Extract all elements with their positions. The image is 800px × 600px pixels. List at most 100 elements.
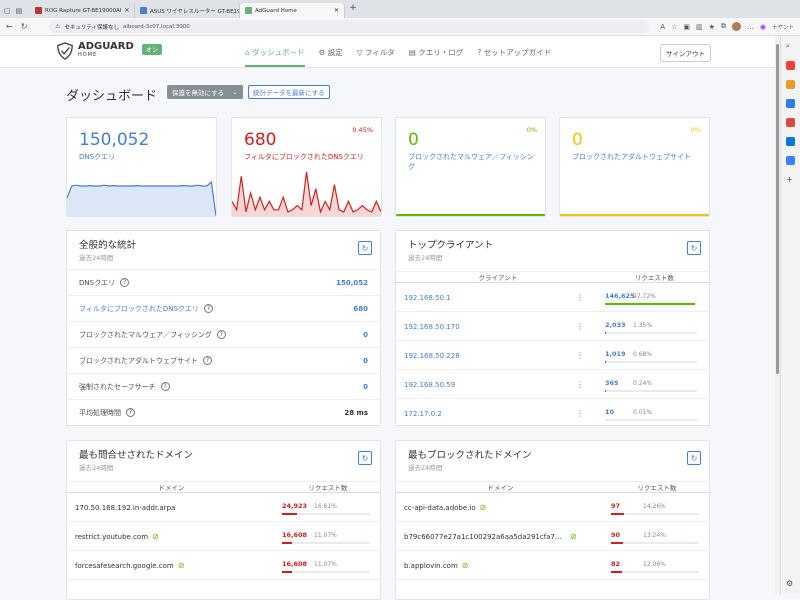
more-options-icon[interactable]: ⋮ [576, 409, 584, 418]
tab-title: AdGuard Home [255, 7, 297, 14]
eye-slash-icon[interactable]: ⊘ [178, 561, 185, 570]
disable-protection-button[interactable]: 保護を無効にする ⌄ [167, 85, 243, 99]
bing-icon[interactable] [786, 156, 795, 165]
stat-label: ブロックされたアダルトウェブサイト [572, 153, 691, 161]
more-options-icon[interactable]: ⋮ [576, 293, 584, 302]
add-icon[interactable]: + [786, 175, 795, 184]
shopping-icon[interactable] [786, 99, 795, 108]
client-ip[interactable]: 192.168.50.1 [396, 294, 451, 302]
eye-slash-icon[interactable]: ⊘ [570, 532, 577, 541]
menu-setup-guide[interactable]: ? セットアップガイド [477, 47, 551, 67]
more-options-icon[interactable]: ⋮ [576, 380, 584, 389]
url-field[interactable]: ⚠ セキュリティ保護なし aiboard-3c07.local:3000 [49, 20, 650, 33]
domain-name[interactable]: b79c66077e27a1c100292a6aa5da291cfa7d... [396, 533, 566, 541]
stat-value: 0 [408, 130, 419, 150]
tools-icon[interactable] [786, 80, 795, 89]
extension-icon[interactable]: ▣ [683, 23, 690, 31]
workspace-icon[interactable]: ▢ [4, 7, 11, 15]
percent-bar [605, 332, 697, 334]
stat-card-dns: 150,052 DNSクエリ [66, 117, 217, 217]
stat-row-label[interactable]: フィルタにブロックされたDNSクエリ [79, 304, 199, 314]
stat-row-value: 28 ms [344, 408, 368, 417]
request-percent: 12.06% [643, 561, 666, 568]
document-icon: ▤ [408, 48, 419, 57]
office-icon[interactable] [786, 118, 795, 127]
request-percent: 0.01% [633, 409, 653, 416]
help-icon[interactable]: ? [216, 330, 226, 339]
refresh-button[interactable]: ↻ [358, 451, 372, 465]
menu-query-log[interactable]: ▤ クエリ・ログ [409, 47, 463, 67]
tab-actions[interactable]: ▢ ▤ [0, 3, 30, 18]
scroll-thumb[interactable] [776, 44, 779, 374]
help-icon[interactable]: ? [160, 382, 170, 391]
help-icon[interactable]: ? [120, 278, 130, 287]
close-tab-icon[interactable]: ✕ [334, 7, 339, 14]
domain-name[interactable]: restrict.youtube.com [67, 533, 148, 541]
stat-card-malware: 0 0% ブロックされたマルウェア／フィッシング [395, 117, 546, 217]
refresh-button[interactable]: ↻ [358, 241, 372, 255]
warning-icon[interactable]: ⚠ [55, 24, 60, 30]
help-icon[interactable]: ? [126, 408, 135, 417]
back-icon[interactable]: ← [6, 22, 13, 31]
read-aloud-icon[interactable]: A [660, 23, 665, 31]
client-ip[interactable]: 192.168.50.228 [396, 352, 460, 360]
browser-tab[interactable]: ROG Rapture GT-BE19000AI ✕ [30, 3, 135, 18]
menu-label: ダッシュボード [252, 48, 305, 57]
collections-icon[interactable]: ⧉ [721, 22, 726, 31]
search-icon[interactable]: ⌕ [786, 42, 795, 51]
new-tab-button[interactable]: + [345, 3, 361, 18]
more-options-icon[interactable]: ⋮ [576, 322, 584, 331]
menu-settings[interactable]: ⚙ 設定 [319, 47, 343, 67]
signout-button[interactable]: サインアウト [660, 44, 711, 62]
refresh-button[interactable]: ↻ [687, 451, 701, 465]
table-row: 172.17.0.2 ⋮ 10 0.01% [396, 400, 709, 425]
reload-icon[interactable]: ↻ [21, 22, 28, 31]
settings-icon[interactable]: ⚙ [786, 579, 795, 588]
avatar[interactable] [731, 22, 741, 31]
domain-name[interactable]: cc-api-data.adobe.io [396, 504, 476, 512]
menu-dashboard[interactable]: ⌂ ダッシュボード [245, 47, 305, 67]
stat-card-blocked: 680 0.45% フィルタにブロックされたDNSクエリ [231, 117, 382, 217]
domain-name[interactable]: 170.50.168.192.in-addr.arpa [67, 504, 175, 512]
client-ip[interactable]: 192.168.50.170 [396, 323, 460, 331]
eye-slash-icon[interactable]: ⊘ [480, 503, 487, 512]
favorite-icon[interactable]: ☆ [671, 23, 677, 31]
card-subtitle: 過去24時間 [79, 464, 114, 472]
page-title: ダッシュボード [66, 89, 158, 104]
more-icon[interactable]: … [747, 23, 754, 31]
gmail-icon[interactable] [786, 61, 795, 70]
eye-slash-icon[interactable]: ⊘ [152, 532, 159, 541]
client-ip[interactable]: 172.17.0.2 [396, 410, 442, 418]
menu-label: セットアップガイド [483, 48, 552, 57]
close-tab-icon[interactable]: ✕ [124, 7, 129, 14]
more-options-icon[interactable]: ⋮ [576, 351, 584, 360]
client-ip[interactable]: 192.168.50.59 [396, 381, 455, 389]
copilot-icon[interactable]: ◉ [760, 23, 766, 31]
brand-sub: HOME [78, 52, 98, 58]
logo[interactable]: ADGUARD HOME オン [56, 42, 162, 60]
menu-label: 設定 [327, 48, 343, 57]
help-icon[interactable]: ? [203, 304, 213, 313]
split-icon[interactable]: ▥ [696, 23, 703, 31]
stat-label: DNSクエリ [79, 153, 116, 161]
help-icon[interactable]: ? [203, 356, 212, 365]
outlook-icon[interactable] [786, 137, 795, 146]
table-header: ドメイン リクエスト数 [67, 481, 380, 493]
refresh-stats-button[interactable]: 統計データを最新にする [248, 85, 330, 99]
stat-row: 強制されたセーフサーチ? 0 [67, 373, 380, 399]
menu-filters[interactable]: ▽ フィルタ [357, 47, 395, 67]
domain-name[interactable]: b.applovin.com [396, 562, 458, 570]
domain-name[interactable]: forcesafesearch.google.com [67, 562, 174, 570]
request-count: 97 [611, 502, 621, 510]
browser-tab[interactable]: ASUS ワイヤレスルーター GT-BE19000AI✕ [135, 3, 240, 18]
refresh-button[interactable]: ↻ [687, 241, 701, 255]
favorites-icon[interactable]: ★ [709, 23, 715, 31]
table-row: forcesafesearch.google.com ⊘ 16,608 11.07% [67, 552, 380, 580]
browser-tab-active[interactable]: AdGuard Home ✕ [240, 3, 345, 18]
request-count: 90 [611, 531, 621, 539]
tab-list-icon[interactable]: ▤ [16, 7, 23, 15]
column-header: リクエスト数 [637, 484, 677, 492]
stat-row-value: 0 [363, 382, 368, 391]
eye-slash-icon[interactable]: ⊘ [462, 561, 469, 570]
stat-row-label: 強制されたセーフサーチ [79, 382, 156, 391]
